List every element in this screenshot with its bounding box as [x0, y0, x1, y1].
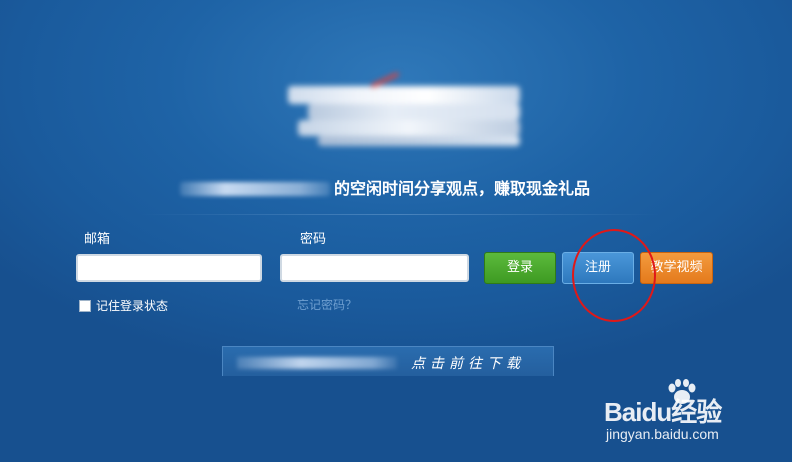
remember-label: 记住登录状态: [96, 299, 169, 313]
remember-checkbox[interactable]: [79, 299, 91, 312]
email-input[interactable]: [76, 254, 262, 282]
tagline-row: 的空闲时间分享观点，赚取现金礼品: [180, 178, 620, 200]
baidu-watermark: Baidu经验 jingyan.baidu.com: [604, 376, 764, 446]
blurred-download-text: [237, 357, 397, 369]
remember-login-row[interactable]: 记住登录状态: [79, 297, 168, 314]
annotation-circle: [572, 229, 656, 322]
download-banner[interactable]: 点击前往下载: [222, 346, 554, 376]
password-label: 密码: [300, 232, 327, 247]
tagline: 的空闲时间分享观点，赚取现金礼品: [334, 179, 591, 198]
blurred-logo: [288, 71, 520, 150]
watermark-url: jingyan.baidu.com: [606, 426, 719, 442]
email-label: 邮箱: [84, 232, 111, 247]
download-label: 点击前往下载: [411, 356, 525, 372]
login-button[interactable]: 登录: [484, 252, 556, 284]
divider: [140, 214, 660, 215]
forgot-password-link[interactable]: 忘记密码？: [297, 296, 357, 313]
watermark-brand: Baidu经验: [604, 397, 722, 427]
blurred-brand-name: [180, 182, 330, 196]
password-input[interactable]: [280, 254, 469, 282]
